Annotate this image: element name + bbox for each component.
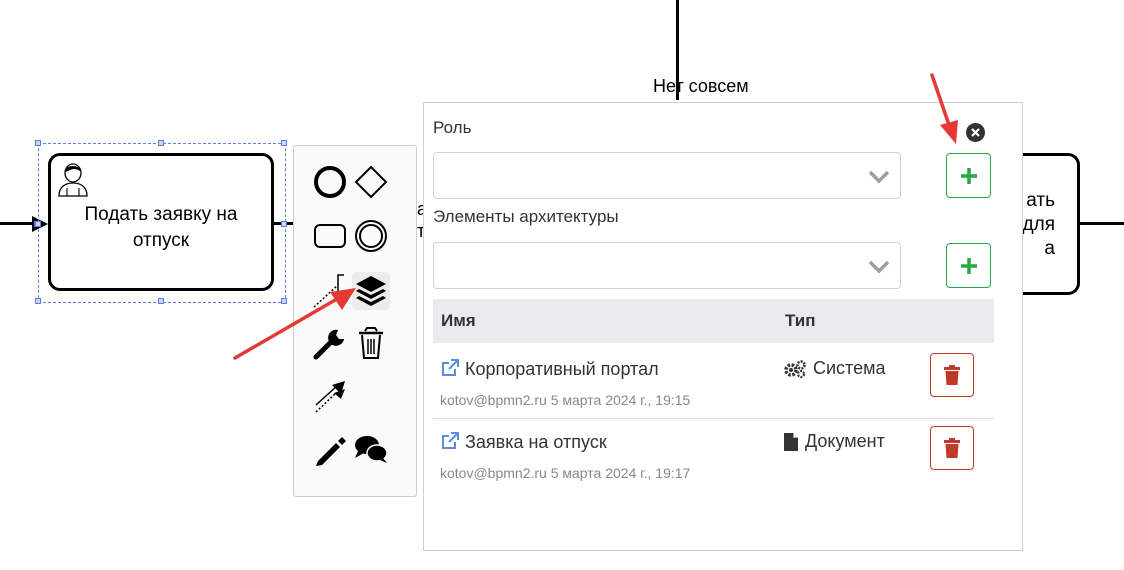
role-select[interactable] — [433, 152, 901, 199]
append-intermediate-event[interactable] — [352, 217, 390, 255]
row-meta: kotov@bpmn2.ru 5 марта 2024 г., 19:15 — [440, 392, 691, 408]
plus-icon — [960, 257, 977, 274]
external-link-icon[interactable] — [440, 358, 460, 378]
table-header: Имя Тип — [433, 299, 994, 343]
row-name-link[interactable]: Корпоративный портал — [465, 359, 659, 380]
plus-icon — [960, 167, 977, 184]
connect-button[interactable] — [311, 378, 349, 416]
architecture-popup: Роль Элементы архитектуры Имя Тип Корпор… — [423, 102, 1023, 551]
role-label: Роль — [433, 118, 472, 137]
close-icon — [971, 128, 980, 137]
arch-label: Элементы архитектуры — [433, 207, 619, 226]
task-label: Подать заявку на отпуск — [84, 204, 238, 251]
gateway-icon — [354, 165, 388, 199]
gateway-label: Нет совсем — [653, 76, 749, 96]
row-type-label: Система — [813, 358, 886, 378]
table-row: Корпоративный портал kotov@bpmn2.ru 5 ма… — [433, 345, 994, 419]
delete-row-button[interactable] — [930, 353, 974, 397]
close-button[interactable] — [966, 123, 985, 142]
edit-button[interactable] — [311, 430, 349, 468]
row-name-link[interactable]: Заявка на отпуск — [465, 432, 607, 453]
column-name-header: Имя — [441, 311, 476, 330]
trash-icon — [944, 438, 960, 458]
comments-icon — [355, 436, 388, 463]
user-icon — [58, 163, 88, 197]
table-row: Заявка на отпуск kotov@bpmn2.ru 5 марта … — [433, 418, 994, 491]
row-meta: kotov@bpmn2.ru 5 марта 2024 г., 19:17 — [440, 465, 691, 481]
row-type: Документ — [783, 431, 885, 452]
external-link-icon[interactable] — [440, 431, 460, 451]
sequence-flow-right[interactable] — [1080, 222, 1124, 225]
add-arch-element-button[interactable] — [946, 243, 991, 288]
row-type: Система — [783, 358, 886, 379]
intermediate-event-icon — [355, 220, 387, 252]
cogs-icon — [784, 359, 806, 378]
end-event-icon — [314, 166, 346, 198]
append-task[interactable] — [311, 217, 349, 255]
chevron-down-icon — [868, 260, 890, 274]
row-type-label: Документ — [805, 431, 885, 451]
append-gateway[interactable] — [352, 163, 390, 201]
document-icon — [784, 432, 798, 451]
comments-button[interactable] — [352, 430, 390, 468]
pencil-icon — [316, 437, 346, 466]
add-role-button[interactable] — [946, 153, 991, 198]
trash-icon — [944, 365, 960, 385]
user-task[interactable]: Подать заявку на отпуск — [48, 153, 274, 291]
append-end-event[interactable] — [311, 163, 349, 201]
column-type-header: Тип — [785, 311, 816, 330]
connect-icon — [315, 381, 345, 413]
chevron-down-icon — [868, 170, 890, 184]
arch-select[interactable] — [433, 242, 901, 289]
annotation-arrow-context-pad — [233, 288, 356, 360]
annotation-arrow-add-role — [930, 73, 958, 144]
delete-row-button[interactable] — [930, 426, 974, 470]
task-icon — [314, 224, 346, 248]
